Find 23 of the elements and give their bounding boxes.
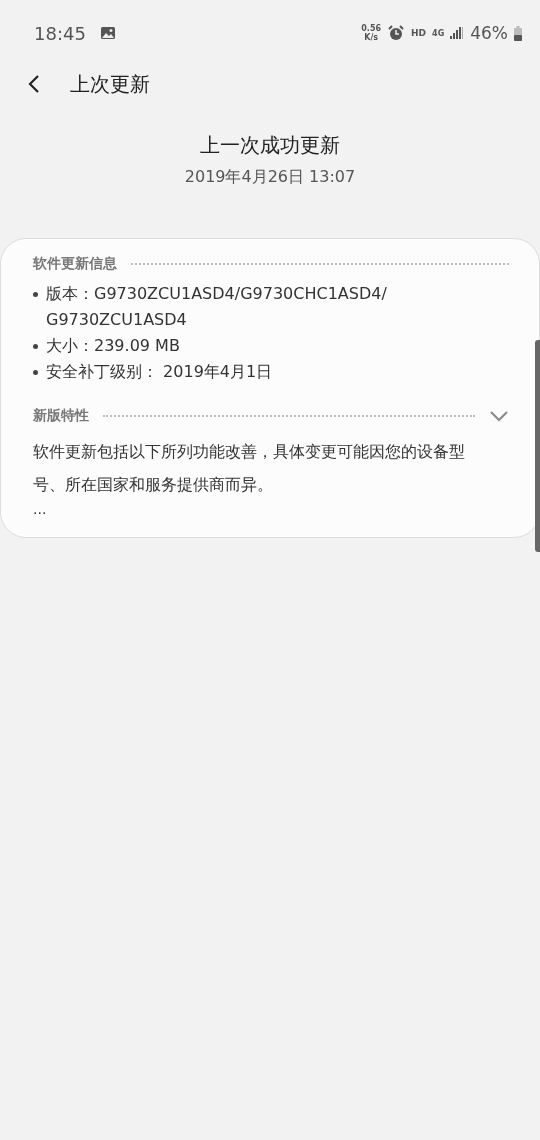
section-heading: 软件更新信息 — [33, 255, 117, 273]
alarm-icon — [387, 25, 406, 41]
info-item: 安全补丁级别： 2019年4月1日 — [46, 361, 273, 383]
expand-button[interactable] — [489, 410, 509, 422]
network-type: 4G — [432, 28, 445, 38]
hd-label: HD — [411, 28, 427, 38]
bullet-icon — [33, 292, 38, 297]
signal-icon — [450, 27, 465, 39]
bullet-icon — [33, 370, 38, 375]
page-title: 上次更新 — [70, 70, 150, 98]
image-icon — [99, 26, 116, 40]
update-status: 上一次成功更新 — [199, 132, 341, 159]
info-item: 大小：239.09 MB — [46, 335, 180, 357]
info-item: 版本：G9730ZCU1ASD4/G9730CHC1ASD4/ G9730ZCU1ASD4 — [46, 283, 388, 331]
bullet-icon — [33, 344, 38, 349]
update-date: 2019年4月26日 13:07 — [183, 167, 357, 188]
battery-icon — [514, 25, 522, 41]
section-heading: 新版特性 — [33, 407, 89, 425]
features-text: 软件更新包括以下所列功能改善，具体变更可能因您的设备型号、所在国家和服务提供商而异。 — [33, 441, 466, 496]
battery-percent: 46% — [470, 23, 508, 43]
more-text: ... — [33, 501, 48, 517]
status-time: 18:45 — [34, 22, 86, 44]
network-speed: 0.56 K/s — [361, 24, 382, 42]
